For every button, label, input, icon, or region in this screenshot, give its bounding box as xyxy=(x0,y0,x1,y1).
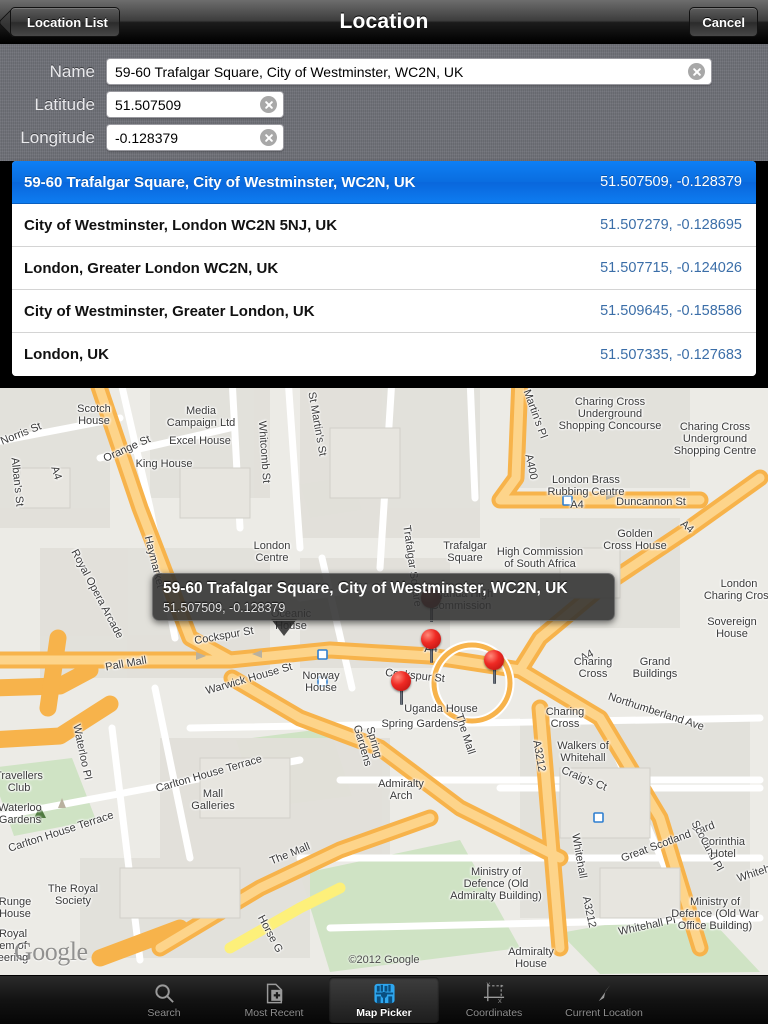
longitude-input[interactable]: -0.128379 xyxy=(106,124,284,151)
result-name: 59-60 Trafalgar Square, City of Westmins… xyxy=(24,173,416,191)
result-name: City of Westminster, Greater London, UK xyxy=(24,302,315,320)
result-coordinates: 51.507279, -0.128695 xyxy=(600,217,742,233)
tab-bar: Search Most Recent Map Picker Y X Coordinates… xyxy=(0,975,768,1024)
longitude-label: Longitude xyxy=(20,127,95,147)
result-row[interactable]: City of Westminster, London WC2N 5NJ, UK… xyxy=(12,204,756,247)
result-coordinates: 51.507335, -0.127683 xyxy=(600,346,742,363)
svg-text:X: X xyxy=(497,999,501,1005)
search-icon xyxy=(153,981,176,1006)
cancel-button-label: Cancel xyxy=(702,14,745,30)
pin-head xyxy=(391,671,411,691)
clear-icon[interactable] xyxy=(688,63,705,80)
navigation-arrow-icon xyxy=(593,981,616,1006)
latitude-label: Latitude xyxy=(34,94,96,114)
tab-map-picker[interactable]: Map Picker xyxy=(329,977,439,1023)
name-input-value: 59-60 Trafalgar Square, City of Westmins… xyxy=(115,63,464,80)
name-label: Name xyxy=(49,61,95,81)
tab-search[interactable]: Search xyxy=(109,977,219,1023)
map-attribution: ©2012 Google xyxy=(348,954,420,966)
clear-icon[interactable] xyxy=(260,129,277,146)
map-pin[interactable] xyxy=(484,650,504,684)
result-name: London, Greater London WC2N, UK xyxy=(24,259,279,277)
tab-label: Current Location xyxy=(565,1007,643,1019)
map-view[interactable]: Scotch House Media Campaign Ltd Excel Hous… xyxy=(0,388,768,975)
latitude-field-row: Latitude 51.507509 xyxy=(0,91,284,118)
longitude-input-value: -0.128379 xyxy=(115,129,179,146)
result-row[interactable]: City of Westminster, Greater London, UK 5… xyxy=(12,290,756,333)
latitude-input-value: 51.507509 xyxy=(115,96,182,113)
axes-icon: YX xyxy=(483,981,506,1006)
tab-label: Map Picker xyxy=(356,1007,412,1019)
location-picker-screen: Scotch House Media Campaign Ltd Excel Hous… xyxy=(0,0,768,1024)
pin-head xyxy=(484,650,504,670)
result-row[interactable]: London, Greater London WC2N, UK 51.507715… xyxy=(12,247,756,290)
callout-title: 59-60 Trafalgar Square, City of Westmins… xyxy=(163,580,568,597)
tab-label: Search xyxy=(147,1007,181,1019)
navigation-bar: Location List Location Cancel xyxy=(0,0,768,44)
map-picker-icon xyxy=(373,981,396,1006)
latitude-input[interactable]: 51.507509 xyxy=(106,91,284,118)
svg-text:Y: Y xyxy=(486,982,490,988)
tab-current-location[interactable]: Current Location xyxy=(549,977,659,1023)
document-plus-icon xyxy=(263,981,285,1006)
search-results-list[interactable]: 59-60 Trafalgar Square, City of Westmins… xyxy=(12,161,756,376)
location-form: Name 59-60 Trafalgar Square, City of Wes… xyxy=(0,44,768,161)
result-coordinates: 51.507715, -0.124026 xyxy=(600,260,742,276)
tab-label: Coordinates xyxy=(465,1007,523,1019)
tab-coordinates[interactable]: Y X Coordinates xyxy=(439,977,549,1023)
map-pin[interactable] xyxy=(391,671,411,705)
page-title: Location xyxy=(339,10,429,33)
map-pin[interactable] xyxy=(421,629,441,663)
map-canvas xyxy=(0,388,768,975)
result-coordinates: 51.507509, -0.128379 xyxy=(600,174,742,190)
result-row[interactable]: London, UK 51.507335, -0.127683 xyxy=(12,333,756,376)
name-input[interactable]: 59-60 Trafalgar Square, City of Westmins… xyxy=(106,58,712,85)
google-logo: Google xyxy=(14,937,88,966)
pin-head xyxy=(421,629,441,649)
map-callout[interactable]: 59-60 Trafalgar Square, City of Westmins… xyxy=(152,573,615,621)
result-name: London, UK xyxy=(24,346,109,363)
cancel-button[interactable]: Cancel xyxy=(689,7,758,37)
tab-most-recent[interactable]: Most Recent xyxy=(219,977,329,1023)
clear-icon[interactable] xyxy=(260,96,277,113)
callout-subtitle: 51.507509, -0.128379 xyxy=(163,601,286,615)
tab-label: Most Recent xyxy=(244,1007,304,1019)
name-field-row: Name 59-60 Trafalgar Square, City of Wes… xyxy=(0,58,712,85)
longitude-field-row: Longitude -0.128379 xyxy=(0,124,284,151)
result-row[interactable]: 59-60 Trafalgar Square, City of Westmins… xyxy=(12,161,756,204)
result-name: City of Westminster, London WC2N 5NJ, UK xyxy=(24,216,338,234)
callout-tail xyxy=(271,619,297,636)
result-coordinates: 51.509645, -0.158586 xyxy=(600,303,742,319)
